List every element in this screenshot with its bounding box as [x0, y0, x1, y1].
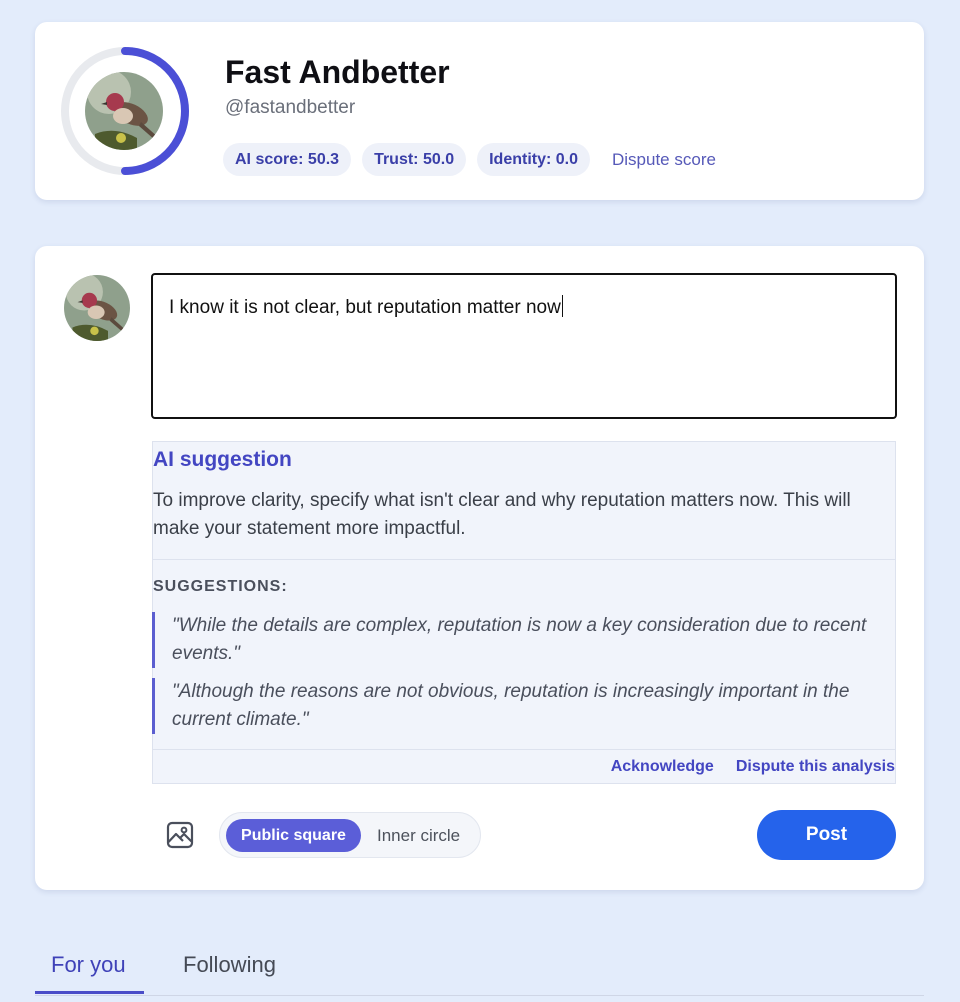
tab-following[interactable]: Following — [183, 952, 276, 978]
feed-tabs: For you Following — [35, 944, 924, 996]
composer-card: I know it is not clear, but reputation m… — [35, 246, 924, 890]
inner-circle-option[interactable]: Inner circle — [377, 819, 460, 852]
profile-name: Fast Andbetter — [225, 54, 450, 90]
suggestions-heading: SUGGESTIONS: — [153, 578, 288, 595]
profile-handle: @fastandbetter — [225, 97, 356, 118]
trust-badge: Trust: 50.0 — [362, 143, 467, 176]
score-ring — [58, 44, 192, 178]
ai-score-badge: AI score: 50.3 — [223, 143, 352, 176]
composer-avatar — [64, 275, 130, 341]
divider — [153, 749, 895, 750]
text-caret — [561, 295, 563, 317]
divider — [153, 559, 895, 560]
post-button[interactable]: Post — [757, 810, 896, 860]
post-text: I know it is not clear, but reputation m… — [169, 297, 561, 318]
image-icon — [166, 821, 194, 849]
active-tab-indicator — [35, 991, 144, 994]
post-textarea[interactable]: I know it is not clear, but reputation m… — [151, 273, 897, 419]
ai-suggestion-title: AI suggestion — [153, 448, 292, 471]
audience-toggle: Public square Inner circle — [219, 812, 481, 858]
avatar[interactable] — [85, 72, 163, 150]
acknowledge-button[interactable]: Acknowledge — [611, 758, 714, 776]
add-image-button[interactable] — [165, 820, 195, 850]
identity-badge: Identity: 0.0 — [477, 143, 590, 176]
suggestion-item[interactable]: "While the details are complex, reputati… — [152, 612, 882, 668]
ai-suggestion-actions: Acknowledge Dispute this analysis — [611, 758, 895, 776]
ai-suggestion-body: To improve clarity, specify what isn't c… — [153, 490, 851, 539]
dispute-analysis-button[interactable]: Dispute this analysis — [736, 758, 895, 776]
score-chips: AI score: 50.3 Trust: 50.0 Identity: 0.0… — [223, 143, 716, 176]
public-square-option[interactable]: Public square — [226, 819, 361, 852]
profile-card: Fast Andbetter @fastandbetter AI score: … — [35, 22, 924, 200]
dispute-score-link[interactable]: Dispute score — [612, 150, 716, 170]
suggestion-item[interactable]: "Although the reasons are not obvious, r… — [152, 678, 882, 734]
tab-for-you[interactable]: For you — [51, 952, 126, 978]
